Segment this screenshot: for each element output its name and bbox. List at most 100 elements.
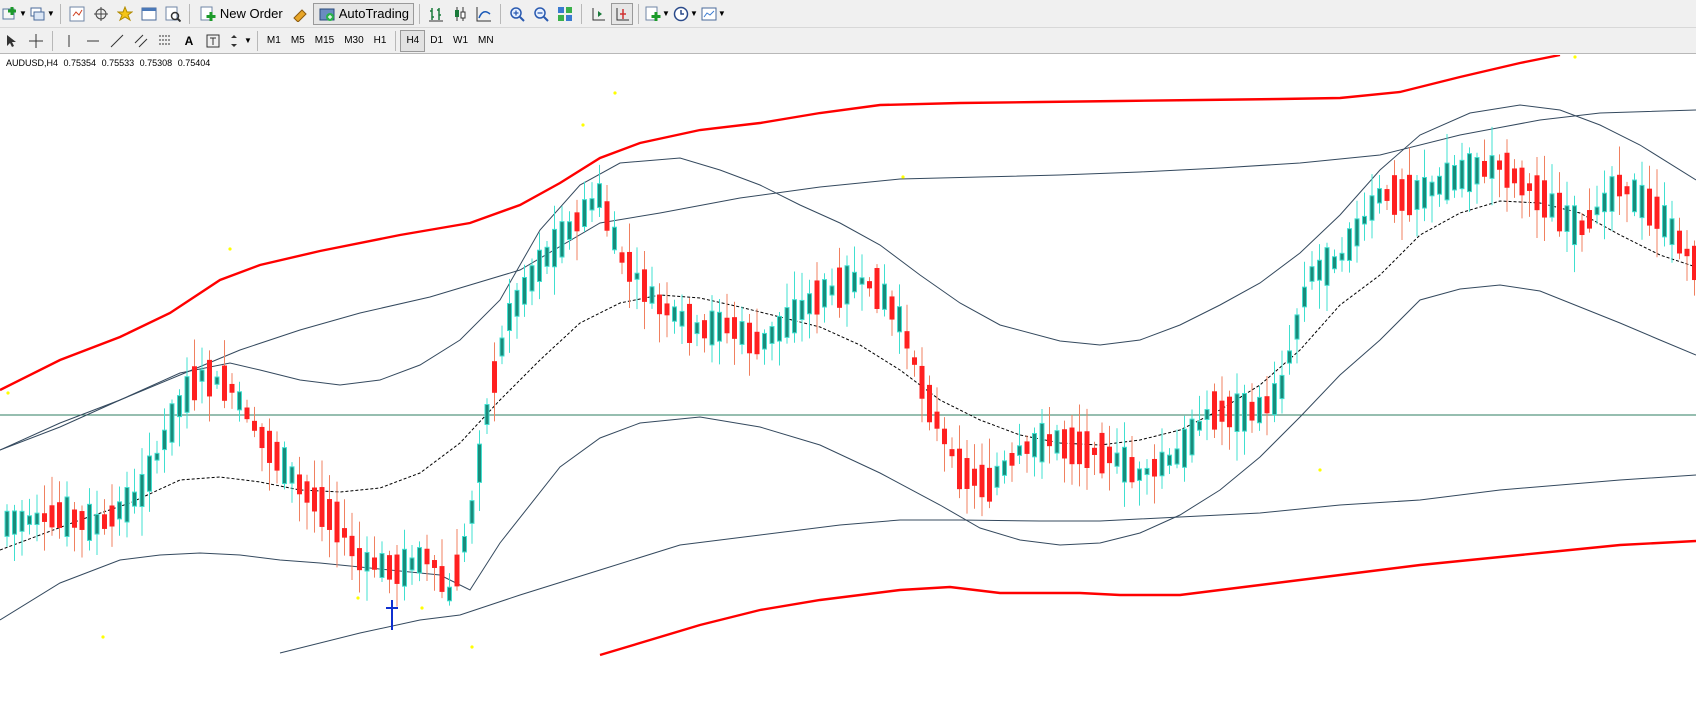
candle-body: [27, 515, 32, 525]
candle-body: [1137, 468, 1142, 481]
autotrading-button[interactable]: AutoTrading: [312, 2, 415, 25]
period-m5-button[interactable]: M5: [286, 31, 310, 51]
candle-body: [567, 221, 572, 240]
candle-body: [1609, 176, 1615, 212]
candle-body: [822, 279, 827, 308]
autoscroll-button[interactable]: [611, 2, 634, 25]
bar-chart-icon: [427, 5, 445, 23]
chart-shift-button[interactable]: [587, 3, 609, 25]
candle-body: [1459, 159, 1465, 190]
autotrading-icon: [318, 5, 336, 23]
terminal-button[interactable]: [138, 3, 160, 25]
data-window-button[interactable]: [114, 3, 136, 25]
text-label-button[interactable]: [202, 30, 224, 52]
line-chart-button[interactable]: [473, 3, 495, 25]
candlesticks-button[interactable]: [449, 3, 471, 25]
text-label-icon: [204, 32, 222, 50]
fibonacci-button[interactable]: [154, 30, 176, 52]
indicators-button[interactable]: ▼: [644, 3, 670, 25]
new-order-button[interactable]: New Order: [195, 3, 287, 25]
fibonacci-icon: [156, 32, 174, 50]
candle-body: [1684, 248, 1690, 257]
period-m30-button[interactable]: M30: [339, 31, 368, 51]
metaeditor-button[interactable]: [289, 3, 311, 25]
candle-body: [1054, 430, 1060, 454]
trendline-button[interactable]: [106, 30, 128, 52]
zoom-in-button[interactable]: [506, 3, 528, 25]
candle-body: [769, 326, 775, 344]
candle-body: [102, 514, 107, 529]
profiles-button[interactable]: ▼: [29, 3, 55, 25]
cursor-button[interactable]: [1, 30, 23, 52]
period-h1-button[interactable]: H1: [369, 31, 392, 51]
candle-body: [1662, 205, 1667, 238]
price-chart[interactable]: [0, 55, 1696, 705]
bar-chart-button[interactable]: [425, 3, 447, 25]
periodicity-icon: [672, 5, 690, 23]
candle-body: [559, 221, 565, 258]
candle-body: [777, 315, 782, 342]
candle-body: [1084, 431, 1090, 468]
candle-body: [1422, 176, 1427, 209]
terminal-icon: [140, 5, 158, 23]
candle-body: [379, 553, 385, 578]
candle-body: [402, 548, 407, 587]
text-button[interactable]: A: [178, 30, 200, 52]
candle-body: [57, 502, 62, 528]
strategy-tester-button[interactable]: [162, 3, 184, 25]
candle-body: [972, 468, 977, 486]
candle-body: [979, 464, 985, 498]
candle-body: [1234, 393, 1240, 433]
candle-body: [852, 271, 857, 293]
period-m15-button[interactable]: M15: [310, 31, 339, 51]
candle-body: [619, 252, 625, 263]
horizontal-line-button[interactable]: [82, 30, 104, 52]
candle-body: [424, 548, 430, 565]
period-d1-button[interactable]: D1: [425, 31, 448, 51]
arrows-button[interactable]: ▼: [226, 30, 252, 52]
candle-body: [312, 487, 317, 512]
candle-body: [469, 500, 475, 524]
equidistant-channel-button[interactable]: [130, 30, 152, 52]
candle-body: [1212, 391, 1217, 430]
candle-body: [304, 481, 310, 503]
chart-window[interactable]: AUDUSD,H4 0.75354 0.75533 0.75308 0.7540…: [0, 55, 1696, 705]
candle-body: [844, 265, 850, 305]
indicator-dot: [470, 645, 474, 649]
indicator-dot: [581, 123, 585, 127]
toolbar-separator: [188, 3, 190, 24]
candle-body: [1302, 286, 1307, 308]
zoom-out-button[interactable]: [530, 3, 552, 25]
candle-body: [634, 272, 640, 280]
strategy-tester-icon: [164, 5, 182, 23]
period-w1-button[interactable]: W1: [448, 31, 473, 51]
periodicity-button[interactable]: ▼: [672, 3, 698, 25]
toolbar-separator: [419, 3, 421, 24]
candle-body: [552, 228, 557, 268]
candle-body: [1542, 180, 1547, 218]
candle-body: [87, 503, 92, 541]
tile-windows-button[interactable]: [554, 3, 576, 25]
candle-body: [949, 449, 955, 457]
new-order-icon: [199, 5, 217, 23]
candle-body: [394, 554, 400, 584]
market-watch-button[interactable]: [66, 3, 88, 25]
vertical-line-button[interactable]: [58, 30, 80, 52]
candle-body: [799, 299, 805, 321]
candle-body: [477, 443, 482, 483]
period-mn-button[interactable]: MN: [473, 31, 499, 51]
new-chart-button[interactable]: ▼: [1, 3, 27, 25]
candle-body: [1579, 220, 1585, 236]
candle-body: [214, 376, 220, 385]
period-h4-button[interactable]: H4: [400, 29, 426, 52]
candle-body: [1032, 432, 1037, 458]
vertical-line-icon: [60, 32, 78, 50]
candle-body: [574, 212, 580, 232]
crosshair-button[interactable]: [25, 30, 47, 52]
templates-button[interactable]: ▼: [700, 3, 726, 25]
period-m1-button[interactable]: M1: [262, 31, 286, 51]
candle-body: [252, 420, 257, 431]
candle-body: [207, 359, 212, 397]
navigator-button[interactable]: [90, 3, 112, 25]
toolbar-separator: [256, 30, 258, 51]
